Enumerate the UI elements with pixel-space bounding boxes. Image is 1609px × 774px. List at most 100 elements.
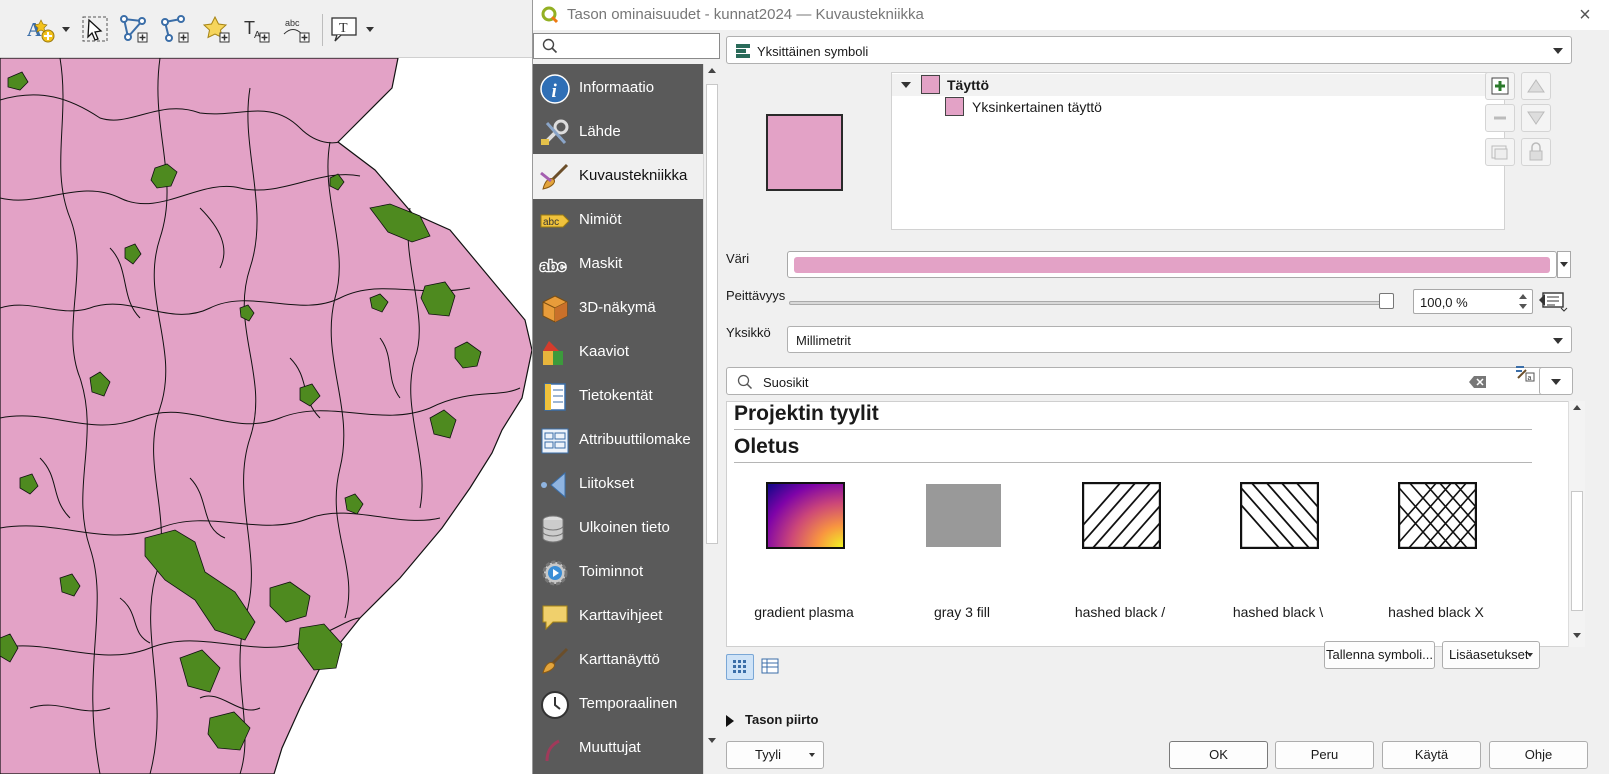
opacity-spinbox[interactable]: 100,0 % (1413, 289, 1533, 314)
add-vertex-icon[interactable] (117, 12, 151, 46)
symbol-layer-tree: Täyttö Yksinkertainen täyttö (891, 72, 1505, 230)
nav-item-informaatio[interactable]: i Informaatio (533, 66, 703, 111)
nav-item-label: Karttanäyttö (579, 651, 660, 668)
nav-item-label: Kaaviot (579, 343, 630, 360)
scroll-up-icon[interactable] (708, 68, 716, 73)
color-menu-button[interactable] (1557, 251, 1571, 278)
label-tool-icon[interactable]: A (24, 12, 58, 46)
select-tool-icon[interactable] (78, 12, 112, 46)
nav-search-input[interactable] (533, 33, 720, 59)
nav-item-3d[interactable]: 3D-näkymä (533, 286, 703, 331)
advanced-button[interactable]: Lisäasetukset (1442, 641, 1540, 669)
nav-item-maskit[interactable]: abc abc Maskit (533, 242, 703, 287)
style-item-name: gray 3 fill (933, 604, 991, 620)
ok-button[interactable]: OK (1169, 741, 1268, 769)
renderer-select[interactable]: Yksittäinen symboli (726, 36, 1572, 64)
help-button[interactable]: Ohje (1489, 741, 1588, 769)
search-icon (737, 374, 753, 390)
duplicate-layer-button[interactable] (1485, 138, 1515, 166)
nav-item-nimiot[interactable]: abc Nimiöt (533, 198, 703, 243)
style-list-scrollbar[interactable] (1568, 401, 1585, 647)
expand-icon[interactable] (901, 82, 911, 88)
opacity-slider[interactable] (789, 301, 1381, 305)
spin-up-icon[interactable] (1519, 294, 1527, 299)
fields-icon (544, 383, 566, 411)
text-add-icon[interactable]: TA (239, 12, 273, 46)
apply-button[interactable]: Käytä (1382, 741, 1481, 769)
arrow-down-icon (1527, 111, 1545, 125)
move-up-button[interactable] (1521, 72, 1551, 100)
text-annotation-icon[interactable]: T (327, 12, 361, 46)
chevron-down-icon[interactable] (62, 27, 70, 32)
nav-item-attribuuttilomake[interactable]: Attribuuttilomake (533, 418, 703, 463)
style-item-hashed-forward[interactable]: hashed black / (1045, 482, 1195, 622)
spin-down-icon[interactable] (1519, 304, 1527, 309)
title-bar: Tason ominaisuudet - kunnat2024 — Kuvaus… (533, 0, 1609, 30)
lock-layer-button[interactable] (1521, 138, 1551, 166)
tree-root-label: Täyttö (947, 77, 989, 93)
style-filter-menu[interactable] (1539, 367, 1573, 395)
move-down-button[interactable] (1521, 104, 1551, 132)
nav-item-karttanaytto[interactable]: Karttanäyttö (533, 638, 703, 683)
abc-text-icon[interactable]: abc (279, 12, 313, 46)
nav-item-lahde[interactable]: Lähde (533, 110, 703, 155)
nav-item-liitokset[interactable]: Liitokset (533, 462, 703, 507)
scroll-thumb[interactable] (706, 84, 718, 544)
scroll-thumb[interactable] (1571, 491, 1583, 611)
arrow-up-icon (1527, 79, 1545, 93)
add-line-icon[interactable] (158, 12, 192, 46)
group-project-styles[interactable]: Projektin tyylit (734, 402, 879, 426)
nav-item-kaaviot[interactable]: Kaaviot (533, 330, 703, 375)
nav-item-muuttujat[interactable]: Muuttujat (533, 726, 703, 771)
unit-select[interactable]: Millimetrit (787, 326, 1572, 353)
chevron-down-icon[interactable] (366, 27, 374, 32)
toolbar-separator (322, 14, 323, 46)
nav-item-kuvaustekniikka[interactable]: Kuvaustekniikka (533, 154, 703, 199)
icon-view-button[interactable] (726, 654, 754, 680)
cancel-button[interactable]: Peru (1275, 741, 1374, 769)
screen: A TA abc T Tason ominaisuudet - kunnat20… (0, 0, 1609, 774)
nav-item-label: Informaatio (579, 79, 655, 96)
style-item-gradient-plasma[interactable]: gradient plasma (729, 482, 879, 622)
save-symbol-button[interactable]: Tallenna symboli... (1324, 641, 1435, 669)
nav-item-temporaalinen[interactable]: Temporaalinen (533, 682, 703, 727)
style-search-input[interactable]: Suosikit (726, 367, 1546, 395)
style-menu-button[interactable]: Tyyli (726, 741, 824, 769)
style-item-gray-3-fill[interactable]: gray 3 fill (887, 482, 1037, 622)
add-layer-button[interactable] (1485, 72, 1515, 100)
list-view-button[interactable] (757, 654, 785, 680)
style-item-hashed-back[interactable]: hashed black \ (1203, 482, 1353, 622)
tree-child-label: Yksinkertainen täyttö (972, 99, 1102, 115)
search-icon (542, 38, 558, 54)
color-label: Väri (726, 251, 750, 266)
clear-icon[interactable] (1469, 375, 1487, 389)
scroll-down-icon[interactable] (708, 738, 716, 743)
scroll-down-icon[interactable] (1573, 633, 1581, 638)
map-canvas[interactable] (0, 58, 532, 774)
svg-text:a: a (1528, 375, 1532, 382)
nav-item-ulkoinen-tieto[interactable]: Ulkoinen tieto (533, 506, 703, 551)
nav-item-tietokentat[interactable]: Tietokentät (533, 374, 703, 419)
style-item-hashed-cross[interactable]: hashed black X (1361, 482, 1511, 622)
qgis-logo-icon (541, 6, 559, 24)
tree-row-fill[interactable]: Täyttö (892, 74, 1504, 96)
group-default[interactable]: Oletus (734, 435, 799, 459)
symbol-preview (766, 114, 843, 191)
remove-layer-button[interactable] (1485, 104, 1515, 132)
data-defined-override-icon[interactable] (1537, 286, 1569, 314)
nav-item-label: Karttavihjeet (579, 607, 663, 624)
opacity-slider-handle[interactable] (1379, 293, 1394, 309)
style-manager-icon[interactable]: a (1514, 361, 1536, 383)
style-item-name: hashed black \ (1232, 604, 1324, 620)
chevron-down-icon (1551, 379, 1561, 385)
tooltip-icon (542, 605, 568, 631)
color-button[interactable] (787, 251, 1557, 278)
tree-row-simple-fill[interactable]: Yksinkertainen täyttö (892, 96, 1504, 118)
close-button[interactable]: × (1572, 4, 1598, 26)
nav-item-toiminnot[interactable]: Toiminnot (533, 550, 703, 595)
nav-item-karttavihjeet[interactable]: Karttavihjeet (533, 594, 703, 639)
hatch-back-swatch (1240, 482, 1319, 549)
scroll-up-icon[interactable] (1573, 405, 1581, 410)
star-icon[interactable] (199, 12, 233, 46)
nav-scrollbar[interactable] (703, 64, 720, 774)
